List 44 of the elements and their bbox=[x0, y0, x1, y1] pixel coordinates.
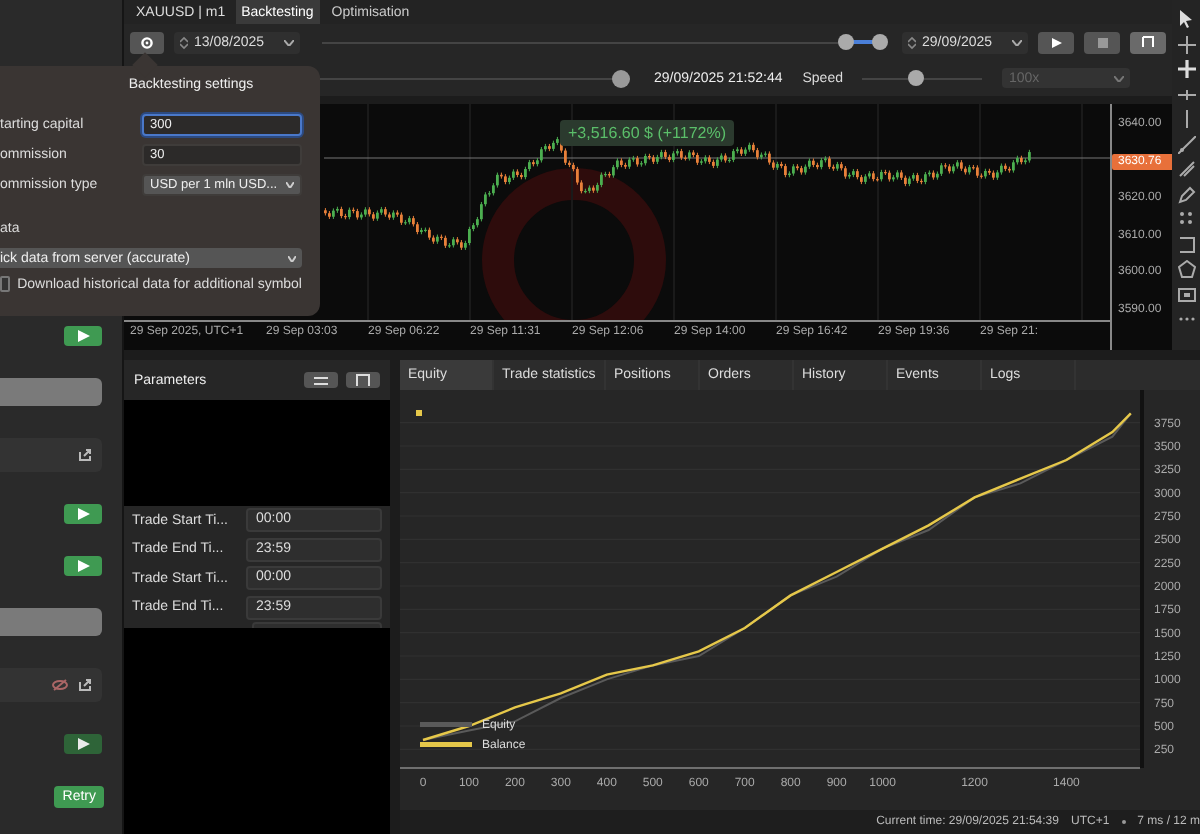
crosshair-icon[interactable] bbox=[1177, 35, 1195, 53]
caret-icon bbox=[1012, 39, 1022, 45]
list-card bbox=[0, 378, 102, 406]
bracket-icon[interactable] bbox=[1177, 235, 1195, 253]
checkbox[interactable] bbox=[0, 276, 10, 292]
settings-button[interactable] bbox=[130, 31, 164, 53]
window-icon bbox=[356, 374, 370, 386]
play-icon bbox=[77, 508, 89, 520]
plus-icon[interactable] bbox=[1177, 60, 1195, 78]
play-icon bbox=[1051, 37, 1061, 47]
slider-thumb[interactable] bbox=[872, 34, 888, 50]
play-icon bbox=[77, 738, 89, 750]
list-card bbox=[0, 608, 102, 636]
profit-badge: +3,516.60 $ (+1172%) bbox=[560, 120, 735, 146]
point-marker bbox=[416, 410, 422, 416]
cursor-icon[interactable] bbox=[1177, 10, 1195, 28]
list-button[interactable] bbox=[304, 372, 338, 388]
diagonal-line-icon[interactable] bbox=[1177, 135, 1195, 153]
play-button[interactable] bbox=[1038, 31, 1074, 53]
dots-icon[interactable] bbox=[1177, 210, 1195, 228]
caret-icon bbox=[284, 39, 294, 45]
stop-button[interactable] bbox=[1084, 31, 1120, 53]
caret-icon bbox=[286, 182, 294, 188]
eye-slash-icon[interactable] bbox=[52, 678, 68, 692]
window-icon bbox=[1142, 36, 1154, 48]
stop-icon bbox=[1097, 37, 1107, 47]
play-icon bbox=[77, 560, 89, 572]
caret-icon bbox=[1114, 75, 1125, 81]
play-icon bbox=[77, 330, 89, 342]
export-icon[interactable] bbox=[78, 448, 92, 462]
list-icon bbox=[314, 375, 328, 385]
slider-thumb[interactable] bbox=[838, 34, 855, 50]
square-icon[interactable] bbox=[1177, 285, 1195, 303]
slider-thumb[interactable] bbox=[908, 70, 925, 86]
slider-thumb[interactable] bbox=[612, 69, 631, 87]
export-icon[interactable] bbox=[78, 678, 92, 692]
pencil-icon[interactable] bbox=[1177, 185, 1195, 203]
caret-icon bbox=[288, 255, 296, 261]
step-button[interactable] bbox=[1130, 31, 1166, 53]
pentagon-icon[interactable] bbox=[1177, 260, 1195, 278]
window-button[interactable] bbox=[346, 372, 380, 388]
spinner-icon bbox=[180, 35, 188, 49]
separator-dot bbox=[1121, 820, 1126, 824]
spinner-icon bbox=[908, 35, 916, 49]
